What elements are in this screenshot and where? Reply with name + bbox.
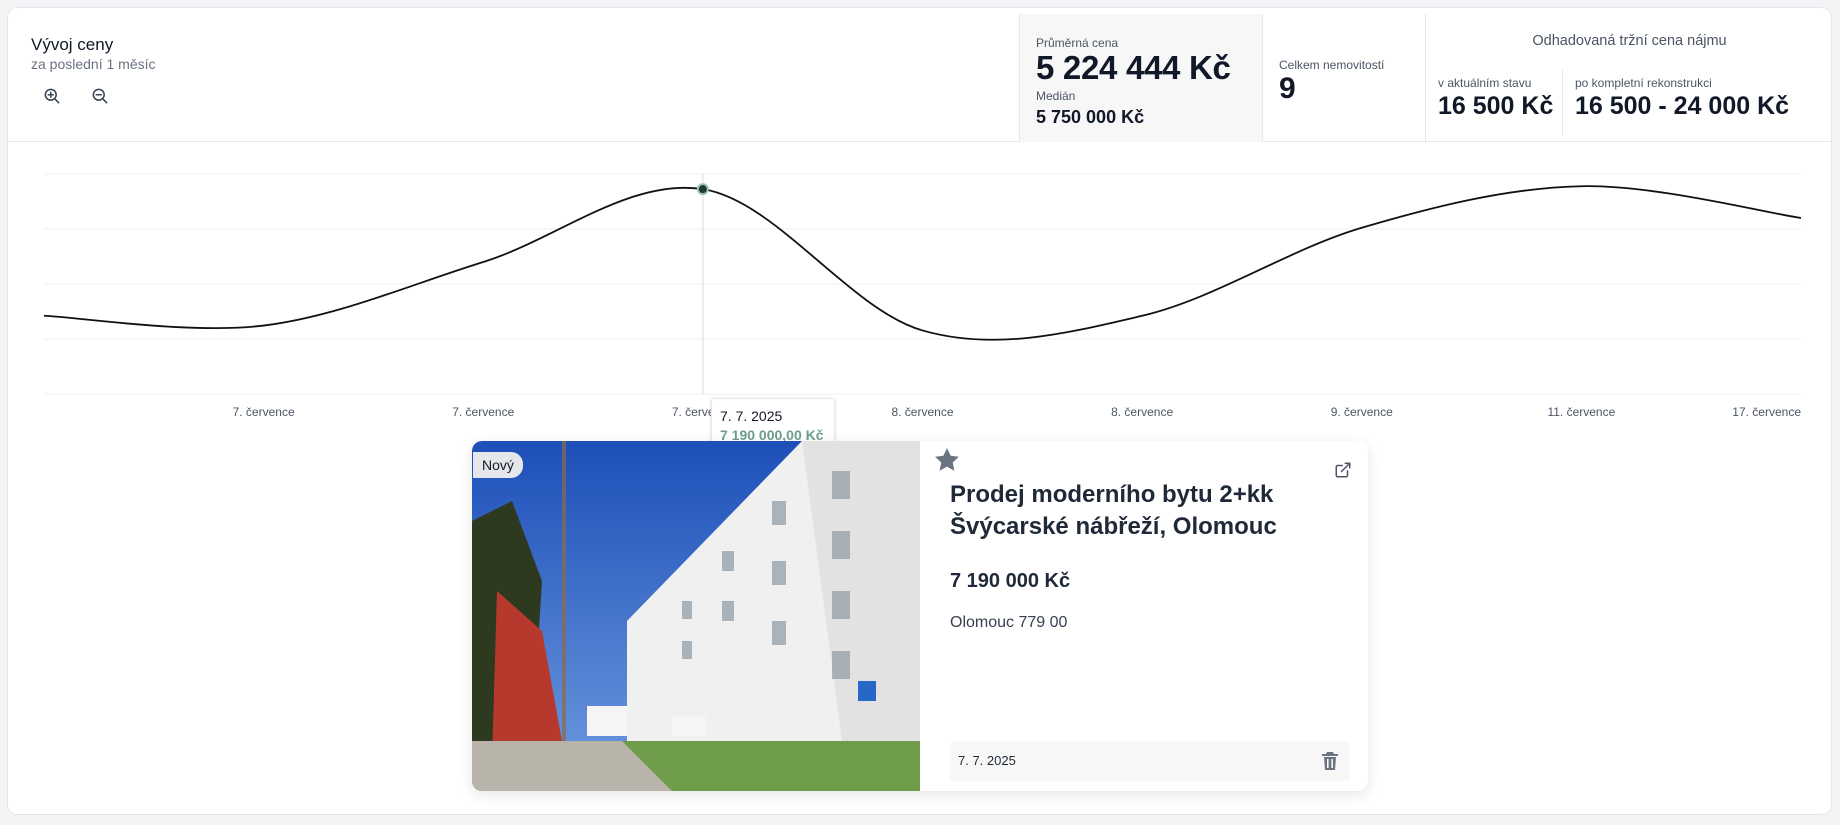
x-tick-label: 8. července xyxy=(1111,405,1173,419)
average-price-stat: Průměrná cena 5 224 444 Kč Medián 5 750 … xyxy=(1019,14,1263,142)
chart-title: Vývoj ceny xyxy=(31,35,114,54)
listing-price: 7 190 000 Kč xyxy=(950,570,1071,592)
price-chart-svg: 7. července 7. července 7. července 8. červ… xyxy=(43,173,1802,419)
rent-renovated-label: po kompletní rekonstrukci xyxy=(1575,76,1712,90)
listing-photo[interactable]: Nový xyxy=(472,441,920,791)
median-value: 5 750 000 Kč xyxy=(1036,107,1145,127)
price-series-line xyxy=(43,185,1802,341)
x-tick-label: 7. července xyxy=(452,405,514,419)
listing-title-line2: Švýcarské nábřeží, Olomouc xyxy=(950,513,1277,540)
average-price-value: 5 224 444 Kč xyxy=(1036,49,1231,86)
summary-bar: Vývoj ceny za poslední 1 měsíc Průměrná … xyxy=(8,8,1831,142)
listing-title-line1: Prodej moderního bytu 2+kk xyxy=(950,481,1274,508)
listing-footer: 7. 7. 2025 xyxy=(950,741,1350,781)
rent-current-value: 16 500 Kč xyxy=(1438,92,1554,120)
chart-title-block: Vývoj ceny za poslední 1 měsíc xyxy=(31,35,156,72)
listing-location: Olomouc 779 00 xyxy=(950,614,1068,631)
rent-estimate-stat: Odhadovaná tržní cena nájmu v aktuálním … xyxy=(1426,14,1831,142)
rent-current: v aktuálním stavu 16 500 Kč xyxy=(1438,76,1553,121)
chart-subtitle: za poslední 1 měsíc xyxy=(31,56,156,72)
zoom-in-button[interactable] xyxy=(38,82,66,110)
trash-icon[interactable] xyxy=(1318,749,1342,773)
rent-estimate-heading: Odhadovaná tržní cena nájmu xyxy=(1532,33,1727,49)
listing-card[interactable]: Nový Prodej moderního bytu 2+kk Švýcarsk… xyxy=(472,441,1368,791)
total-properties-value: 9 xyxy=(1279,72,1296,105)
building-photo xyxy=(472,441,920,791)
zoom-out-icon xyxy=(92,88,108,104)
x-tick-label: 7. července xyxy=(233,405,295,419)
x-tick-label: 11. července xyxy=(1547,405,1615,419)
rent-renovated-value: 16 500 - 24 000 Kč xyxy=(1575,92,1790,120)
highlighted-data-point[interactable] xyxy=(696,183,709,196)
listing-date: 7. 7. 2025 xyxy=(958,753,1016,768)
external-link-icon[interactable] xyxy=(1334,461,1352,479)
zoom-out-button[interactable] xyxy=(86,82,114,110)
zoom-in-icon xyxy=(44,88,60,104)
rent-current-label: v aktuálním stavu xyxy=(1438,76,1532,90)
listing-title[interactable]: Prodej moderního bytu 2+kk Švýcarské náb… xyxy=(950,479,1330,543)
rent-renovated: po kompletní rekonstrukci 16 500 - 24 00… xyxy=(1562,70,1789,136)
favorite-star-icon[interactable] xyxy=(932,445,962,475)
total-properties-stat: Celkem nemovitostí 9 xyxy=(1263,14,1426,142)
price-development-panel: Vývoj ceny za poslední 1 měsíc Průměrná … xyxy=(7,7,1832,815)
x-tick-label: 9. července xyxy=(1331,405,1393,419)
tooltip-date: 7. 7. 2025 xyxy=(720,408,783,424)
total-properties-label: Celkem nemovitostí xyxy=(1279,58,1385,72)
average-price-label: Průměrná cena xyxy=(1036,36,1119,50)
median-label: Medián xyxy=(1036,89,1076,103)
new-badge: Nový xyxy=(473,452,523,478)
x-tick-label: 17. července xyxy=(1732,405,1801,419)
x-tick-label: 8. července xyxy=(891,405,953,419)
price-chart[interactable]: 7. července 7. července 7. července 8. červ… xyxy=(8,146,1831,456)
